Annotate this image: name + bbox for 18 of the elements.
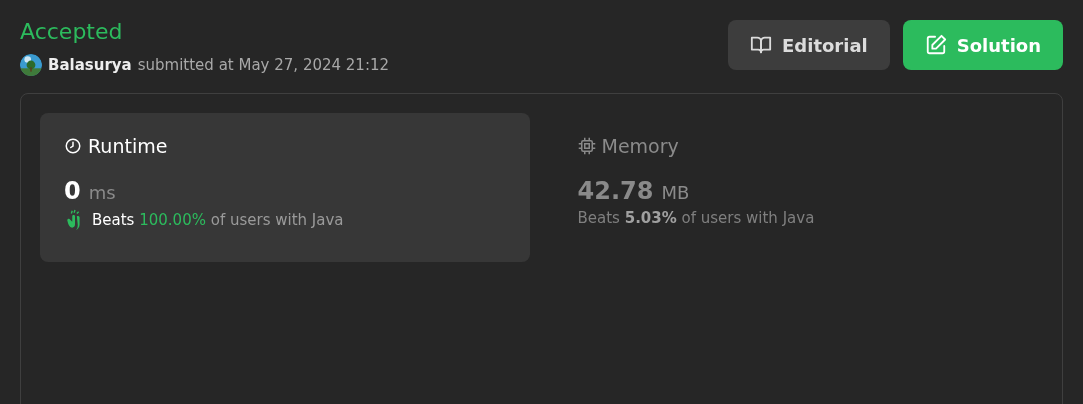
stat-value: 42.78	[577, 177, 654, 205]
chip-icon	[577, 137, 596, 155]
status-title: Accepted	[20, 18, 124, 46]
stat-unit: MB	[661, 182, 690, 203]
stat-unit: ms	[88, 182, 116, 203]
book-icon	[750, 34, 773, 56]
submitted-time: submitted at May 27, 2024 21:12	[137, 56, 390, 74]
memory-card[interactable]: Memory 42.78 MB Beats 5.03% of users with Java	[553, 113, 1043, 262]
edit-icon	[924, 34, 947, 56]
stat-label: Memory	[601, 135, 679, 157]
runtime-card[interactable]: Runtime 0 ms Beats 100.00% of users with Java	[40, 113, 530, 262]
beats-text: Beats 5.03% of users with Java	[577, 209, 815, 227]
clock-icon	[64, 137, 82, 155]
stat-value: 0	[64, 177, 81, 205]
beats-text: Beats 100.00% of users with Java	[92, 211, 344, 229]
username-link[interactable]: Balasurya	[48, 56, 132, 74]
editorial-button[interactable]: Editorial	[728, 20, 890, 70]
stat-label: Runtime	[88, 135, 168, 157]
